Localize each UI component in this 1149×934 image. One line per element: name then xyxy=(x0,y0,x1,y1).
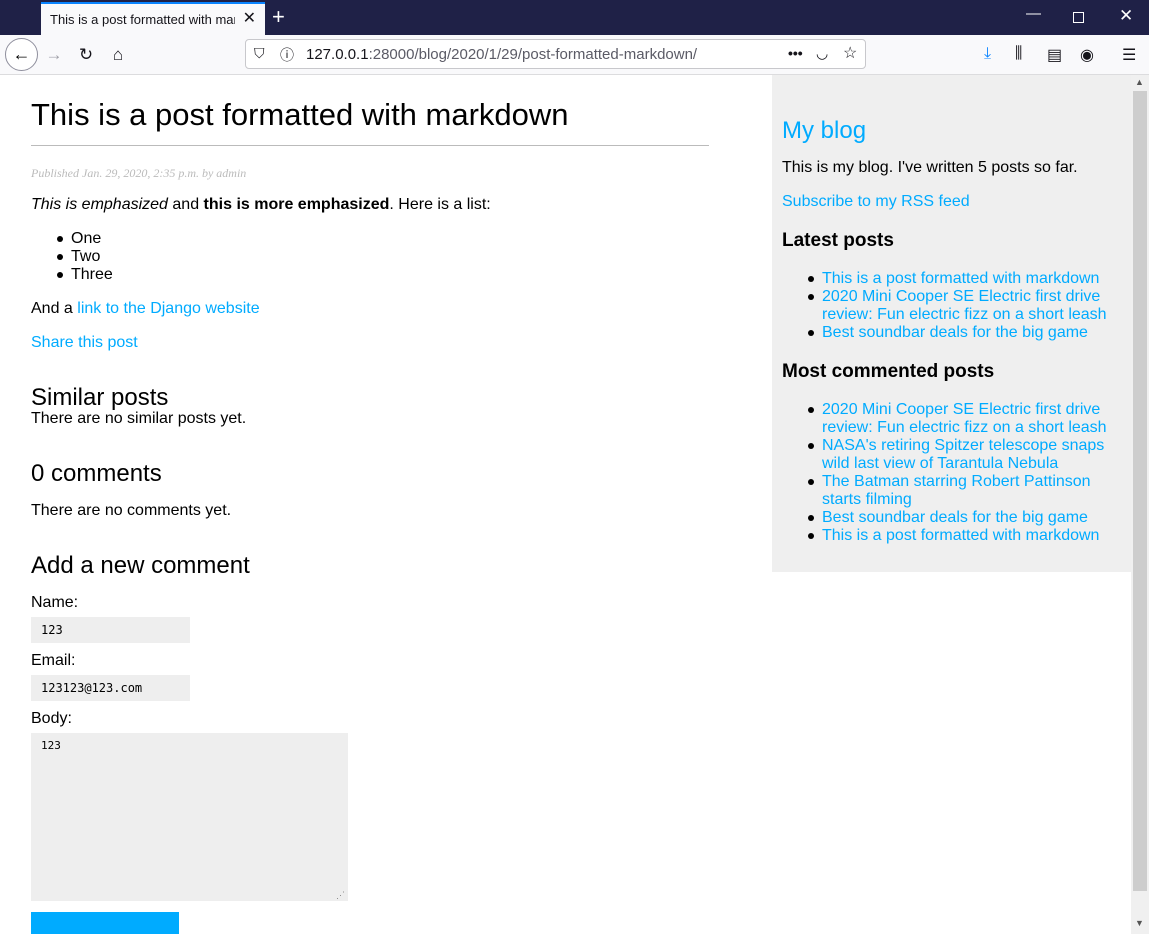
comments-text: There are no comments yet. xyxy=(31,502,232,519)
tab-close-icon[interactable]: ✕ xyxy=(243,11,256,27)
latest-posts-heading: Latest posts xyxy=(782,230,894,251)
account-icon[interactable]: ◉ xyxy=(1080,45,1094,65)
new-tab-icon[interactable]: + xyxy=(272,5,285,29)
sidebar-toggle-icon[interactable]: ▤ xyxy=(1047,45,1062,65)
latest-post-item: Best soundbar deals for the big game xyxy=(808,324,1122,342)
post-list: One Two Three xyxy=(57,230,113,284)
here-text: . Here is a list: xyxy=(389,196,491,213)
home-icon[interactable]: ⌂ xyxy=(106,43,130,67)
comments-heading: 0 comments xyxy=(31,460,162,487)
share-paragraph: Share this post xyxy=(31,334,138,352)
strong-text: this is more emphasized xyxy=(203,196,390,213)
emphasized-text: This is emphasized xyxy=(31,196,168,213)
post-intro: This is emphasized and this is more emph… xyxy=(31,196,491,214)
page-actions-icon[interactable]: ••• xyxy=(788,45,803,61)
forward-icon[interactable]: → xyxy=(42,43,66,67)
url-path: :28000/blog/2020/1/29/post-formatted-mar… xyxy=(368,46,698,63)
bookmark-star-icon[interactable]: ☆ xyxy=(843,43,857,63)
most-commented-link[interactable]: Best soundbar deals for the big game xyxy=(822,509,1088,526)
latest-posts-list: This is a post formatted with markdown 2… xyxy=(808,270,1122,342)
most-commented-item: NASA's retiring Spitzer telescope snaps … xyxy=(808,437,1122,473)
post-link-paragraph: And a link to the Django website xyxy=(31,300,260,318)
page-scrollbar[interactable]: ▲ ▼ xyxy=(1131,75,1149,934)
latest-post-link[interactable]: 2020 Mini Cooper SE Electric first drive… xyxy=(822,288,1107,323)
rss-link[interactable]: Subscribe to my RSS feed xyxy=(782,193,970,210)
url-bar[interactable]: ⛉ ⓘ 127.0.0.1:28000/blog/2020/1/29/post-… xyxy=(245,39,866,69)
email-label: Email: xyxy=(31,652,76,669)
pocket-icon[interactable]: ◡ xyxy=(816,45,828,62)
latest-post-link[interactable]: Best soundbar deals for the big game xyxy=(822,324,1088,341)
most-commented-item: The Batman starring Robert Pattinson sta… xyxy=(808,473,1122,509)
url-text[interactable]: 127.0.0.1:28000/blog/2020/1/29/post-form… xyxy=(306,46,697,63)
most-commented-item: Best soundbar deals for the big game xyxy=(808,509,1122,527)
most-commented-list: 2020 Mini Cooper SE Electric first drive… xyxy=(808,401,1122,545)
django-link[interactable]: link to the Django website xyxy=(77,300,259,317)
browser-titlebar: This is a post formatted with markdown ✕… xyxy=(0,0,1149,35)
and-text: and xyxy=(167,196,204,213)
latest-post-item: This is a post formatted with markdown xyxy=(808,270,1122,288)
shield-icon[interactable]: ⛉ xyxy=(254,45,265,62)
download-icon[interactable]: ⤓ xyxy=(984,45,991,63)
page-content: This is a post formatted with markdown P… xyxy=(0,75,1131,934)
scroll-down-icon[interactable]: ▼ xyxy=(1135,918,1144,928)
library-icon[interactable]: ⫼ xyxy=(1015,45,1022,63)
most-commented-link[interactable]: 2020 Mini Cooper SE Electric first drive… xyxy=(822,401,1107,436)
most-commented-heading: Most commented posts xyxy=(782,361,995,382)
post-date: Published Jan. 29, 2020, 2:35 p.m. by ad… xyxy=(31,166,247,180)
add-comment-heading: Add a new comment xyxy=(31,552,250,579)
name-label: Name: xyxy=(31,594,79,611)
most-commented-link[interactable]: NASA's retiring Spitzer telescope snaps … xyxy=(822,437,1104,472)
browser-navbar: ← → ↻ ⌂ ⛉ ⓘ 127.0.0.1:28000/blog/2020/1/… xyxy=(0,35,1149,75)
name-input[interactable] xyxy=(31,617,190,643)
tab-title: This is a post formatted with markdown xyxy=(50,12,235,27)
email-input[interactable] xyxy=(31,675,190,701)
body-textarea[interactable]: 123 xyxy=(31,733,348,901)
resize-grip-icon[interactable]: ⋰ xyxy=(336,890,345,901)
blog-title-link[interactable]: My blog xyxy=(782,117,866,145)
blog-description: This is my blog. I've written 5 posts so… xyxy=(782,159,1078,176)
most-commented-link[interactable]: The Batman starring Robert Pattinson sta… xyxy=(822,473,1091,508)
back-icon[interactable]: ← xyxy=(5,38,38,71)
list-item: Three xyxy=(57,266,113,283)
rss-paragraph: Subscribe to my RSS feed xyxy=(782,193,970,211)
reload-icon[interactable]: ↻ xyxy=(74,43,98,67)
similar-text: There are no similar posts yet. xyxy=(31,410,247,427)
menu-icon[interactable]: ☰ xyxy=(1122,45,1136,65)
most-commented-item: This is a post formatted with markdown xyxy=(808,527,1122,545)
scroll-thumb[interactable] xyxy=(1133,91,1147,891)
maximize-icon[interactable] xyxy=(1073,12,1084,23)
post-title: This is a post formatted with markdown xyxy=(31,97,709,146)
browser-tab[interactable]: This is a post formatted with markdown ✕ xyxy=(41,2,265,35)
share-link[interactable]: Share this post xyxy=(31,334,138,351)
latest-post-item: 2020 Mini Cooper SE Electric first drive… xyxy=(808,288,1122,324)
similar-heading: Similar posts xyxy=(31,384,169,411)
add-comment-button[interactable]: Add comment xyxy=(31,912,179,934)
info-icon[interactable]: ⓘ xyxy=(280,45,294,65)
window-close-icon[interactable]: ✕ xyxy=(1119,7,1133,24)
most-commented-link[interactable]: This is a post formatted with markdown xyxy=(822,527,1099,544)
minimize-icon[interactable]: — xyxy=(1026,6,1041,22)
body-label: Body: xyxy=(31,710,72,727)
most-commented-item: 2020 Mini Cooper SE Electric first drive… xyxy=(808,401,1122,437)
latest-post-link[interactable]: This is a post formatted with markdown xyxy=(822,270,1099,287)
scroll-up-icon[interactable]: ▲ xyxy=(1135,77,1144,87)
and-a-text: And a xyxy=(31,300,78,317)
list-item: Two xyxy=(57,248,113,266)
sidebar: My blog This is my blog. I've written 5 … xyxy=(772,75,1131,572)
list-item: One xyxy=(57,230,113,248)
url-host: 127.0.0.1 xyxy=(306,46,369,63)
